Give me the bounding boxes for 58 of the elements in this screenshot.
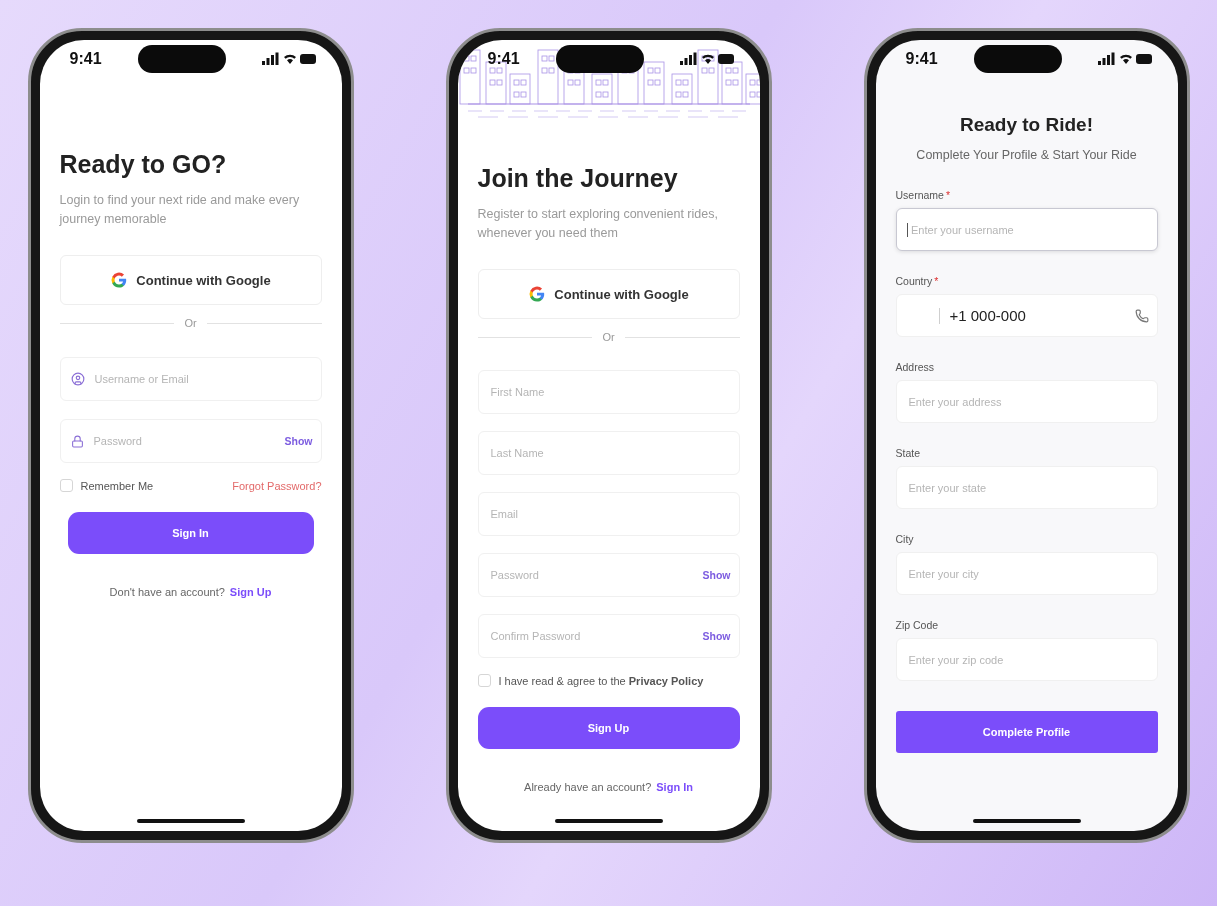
user-icon xyxy=(70,372,85,386)
field-label: Username * xyxy=(895,189,952,201)
divider-text: Or xyxy=(184,317,197,329)
show-password-button[interactable]: Show xyxy=(702,630,731,642)
screen-subtitle: Register to start exploring convenient rides, whenever you need them xyxy=(477,206,719,242)
screen-subtitle: Complete Your Profile & Start Your Ride xyxy=(915,147,1138,164)
google-signin-button[interactable]: Continue with Google xyxy=(59,255,322,305)
text-input[interactable]: Enter your zip code xyxy=(906,652,1149,667)
status-icons xyxy=(1097,52,1154,66)
screen-title: Ready to Ride! xyxy=(959,114,1094,136)
footer-text: Already have an account? xyxy=(524,781,652,793)
text-input[interactable]: Enter your city xyxy=(906,566,1149,581)
input-field[interactable]: +1 000-000 xyxy=(895,294,1158,337)
status-icons xyxy=(679,52,736,66)
google-icon xyxy=(110,271,129,289)
show-password-button[interactable]: Show xyxy=(284,435,313,447)
input-field[interactable]: Enter your username xyxy=(895,208,1158,251)
primary-button[interactable]: Complete Profile xyxy=(895,711,1158,753)
footer-link[interactable]: Sign In xyxy=(656,781,693,793)
status-time: 9:41 xyxy=(487,50,520,68)
google-signin-button[interactable]: Continue with Google xyxy=(477,269,740,319)
status-time: 9:41 xyxy=(69,50,102,68)
text-input[interactable]: Enter your state xyxy=(906,480,1149,495)
status-icons xyxy=(261,52,318,66)
agree-checkbox[interactable]: I have read & agree to the Privacy Policy xyxy=(477,674,704,687)
input-field[interactable]: Password Show xyxy=(59,419,322,463)
google-icon xyxy=(528,285,547,303)
forgot-password-link[interactable]: Forgot Password? xyxy=(232,479,322,492)
text-input[interactable]: Email xyxy=(488,507,731,521)
input-field[interactable]: Confirm Password Show xyxy=(477,614,740,658)
text-input[interactable]: Password xyxy=(91,434,277,448)
footer-text: Don't have an account? xyxy=(109,586,225,598)
text-input[interactable]: Confirm Password xyxy=(488,629,695,643)
text-input[interactable]: First Name xyxy=(488,385,731,399)
text-input[interactable]: Username or Email xyxy=(92,372,313,386)
field-label: Zip Code xyxy=(895,619,940,631)
primary-button[interactable]: Sign Up xyxy=(477,707,740,749)
primary-button[interactable]: Sign In xyxy=(67,512,314,554)
screen-subtitle: Login to find your next ride and make every journey memorable xyxy=(59,192,301,228)
remember-me-checkbox[interactable]: Remember Me xyxy=(59,479,154,492)
screen-title: Ready to GO? xyxy=(59,150,228,179)
footer-link[interactable]: Sign Up xyxy=(229,586,272,598)
show-password-button[interactable]: Show xyxy=(702,569,731,581)
text-input[interactable]: Enter your username xyxy=(909,222,1149,237)
input-field[interactable]: Password Show xyxy=(477,553,740,597)
text-input[interactable]: Last Name xyxy=(488,446,731,460)
field-label: Address xyxy=(895,361,936,373)
field-label: City xyxy=(895,533,915,545)
phone-icon xyxy=(1134,308,1149,323)
text-input[interactable]: Password xyxy=(488,568,695,582)
divider-text: Or xyxy=(602,331,615,343)
status-time: 9:41 xyxy=(905,50,938,68)
screen-title: Join the Journey xyxy=(477,164,679,193)
phone-input[interactable]: +1 000-000 xyxy=(947,306,1127,325)
text-input[interactable]: Enter your address xyxy=(906,394,1149,409)
field-label: Country * xyxy=(895,275,940,287)
field-label: State xyxy=(895,447,922,459)
lock-icon xyxy=(70,434,84,448)
